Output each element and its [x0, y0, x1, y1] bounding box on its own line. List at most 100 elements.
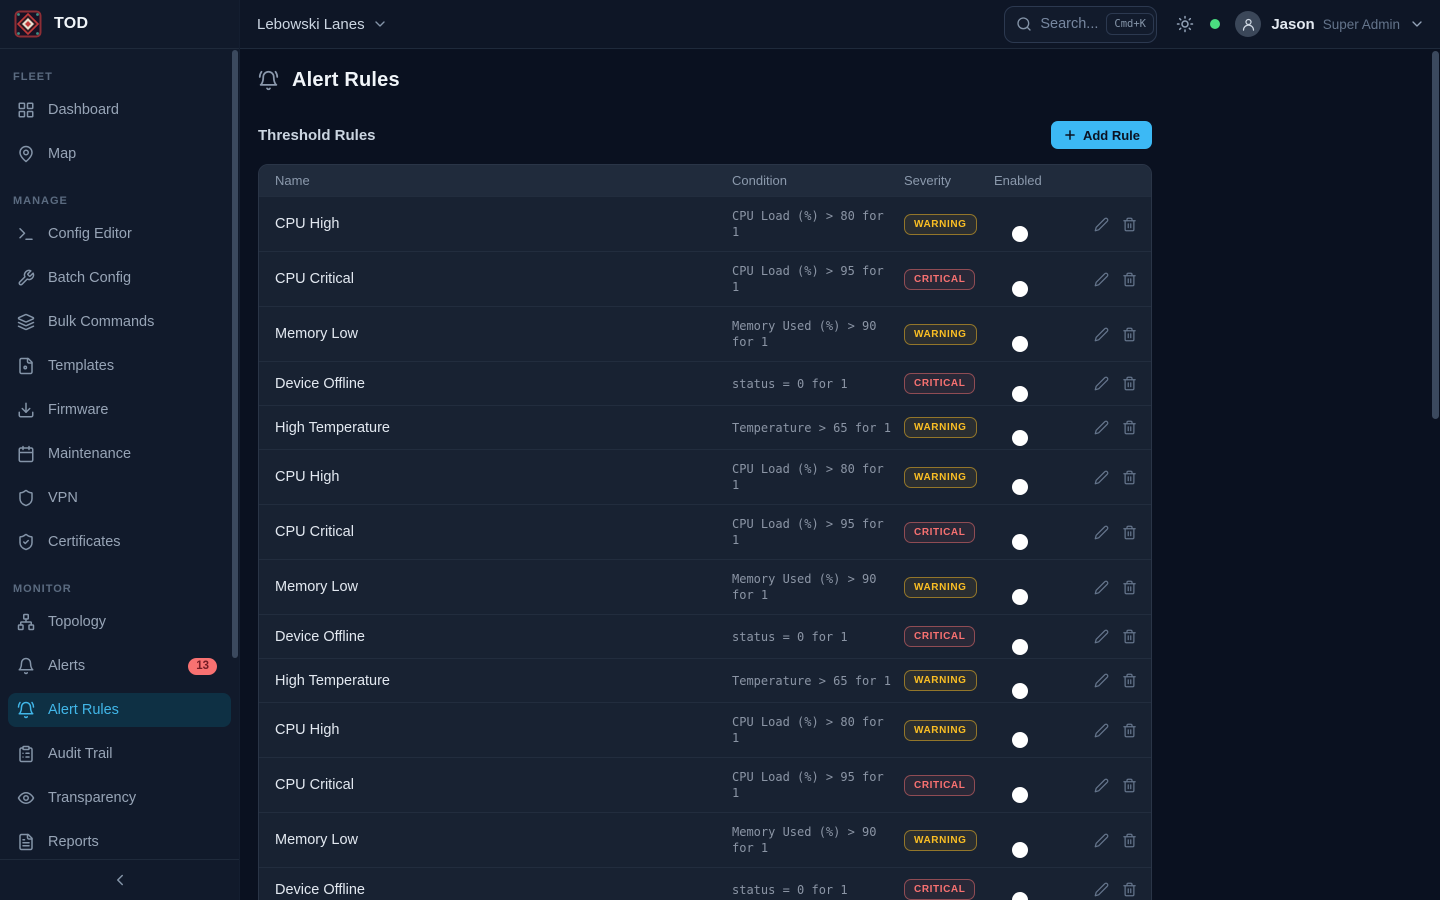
- rule-name: CPU Critical: [275, 777, 732, 793]
- delete-rule-button[interactable]: [1122, 525, 1137, 540]
- sidebar-item-transparency[interactable]: Transparency: [8, 781, 231, 815]
- sidebar-item-bulk-commands[interactable]: Bulk Commands: [8, 305, 231, 339]
- user-name: Jason: [1271, 16, 1314, 33]
- sidebar-item-label: Topology: [48, 614, 106, 630]
- sidebar-item-topology[interactable]: Topology: [8, 605, 231, 639]
- sidebar-item-label: Firmware: [48, 402, 108, 418]
- trash-icon: [1122, 833, 1137, 848]
- sidebar-item-certificates[interactable]: Certificates: [8, 525, 231, 559]
- sidebar-item-dashboard[interactable]: Dashboard: [8, 93, 231, 127]
- search-input[interactable]: Search... Cmd+K: [1004, 6, 1157, 43]
- rule-name: CPU High: [275, 216, 732, 232]
- rule-condition: Memory Used (%) > 90 for 1: [732, 824, 904, 856]
- sidebar-item-reports[interactable]: Reports: [8, 825, 231, 859]
- sidebar-scrollbar[interactable]: [232, 50, 238, 658]
- edit-rule-button[interactable]: [1094, 420, 1109, 435]
- edit-rule-button[interactable]: [1094, 833, 1109, 848]
- delete-rule-button[interactable]: [1122, 327, 1137, 342]
- trash-icon: [1122, 420, 1137, 435]
- content: Alert Rules Threshold Rules Add Rule Nam…: [240, 49, 1152, 900]
- table-row: Device Offlinestatus = 0 for 1CRITICAL: [259, 867, 1151, 900]
- edit-rule-button[interactable]: [1094, 470, 1109, 485]
- trash-icon: [1122, 470, 1137, 485]
- edit-rule-button[interactable]: [1094, 217, 1109, 232]
- edit-rule-button[interactable]: [1094, 580, 1109, 595]
- org-name: Lebowski Lanes: [257, 16, 365, 33]
- shield-check-icon: [17, 533, 35, 551]
- edit-rule-button[interactable]: [1094, 376, 1109, 391]
- user-menu-chevron-icon[interactable]: [1409, 16, 1425, 32]
- delete-rule-button[interactable]: [1122, 673, 1137, 688]
- row-actions: [1092, 833, 1151, 848]
- table-row: CPU CriticalCPU Load (%) > 95 for 1CRITI…: [259, 251, 1151, 306]
- sidebar-item-batch-config[interactable]: Batch Config: [8, 261, 231, 295]
- sidebar-item-maintenance[interactable]: Maintenance: [8, 437, 231, 471]
- rule-name: Memory Low: [275, 326, 732, 342]
- pencil-icon: [1094, 882, 1109, 897]
- edit-rule-button[interactable]: [1094, 629, 1109, 644]
- main-scrollbar[interactable]: [1432, 51, 1439, 419]
- table-row: CPU CriticalCPU Load (%) > 95 for 1CRITI…: [259, 504, 1151, 559]
- alerts-count-badge: 13: [188, 658, 217, 675]
- delete-rule-button[interactable]: [1122, 833, 1137, 848]
- sidebar-collapse-button[interactable]: [0, 859, 239, 900]
- sidebar-item-map[interactable]: Map: [8, 137, 231, 171]
- row-actions: [1092, 272, 1151, 287]
- delete-rule-button[interactable]: [1122, 629, 1137, 644]
- rule-condition: CPU Load (%) > 95 for 1: [732, 516, 904, 548]
- delete-rule-button[interactable]: [1122, 580, 1137, 595]
- sidebar-item-label: Certificates: [48, 534, 121, 550]
- rule-condition: CPU Load (%) > 80 for 1: [732, 208, 904, 240]
- edit-rule-button[interactable]: [1094, 327, 1109, 342]
- delete-rule-button[interactable]: [1122, 470, 1137, 485]
- edit-rule-button[interactable]: [1094, 272, 1109, 287]
- delete-rule-button[interactable]: [1122, 217, 1137, 232]
- sidebar-item-vpn[interactable]: VPN: [8, 481, 231, 515]
- row-actions: [1092, 673, 1151, 688]
- sidebar-item-label: Bulk Commands: [48, 314, 154, 330]
- pencil-icon: [1094, 217, 1109, 232]
- sidebar-item-label: Map: [48, 146, 76, 162]
- column-header-enabled: Enabled: [994, 173, 1092, 188]
- sidebar-item-label: Batch Config: [48, 270, 131, 286]
- sidebar-item-alerts[interactable]: Alerts13: [8, 649, 231, 683]
- sidebar-item-audit-trail[interactable]: Audit Trail: [8, 737, 231, 771]
- rule-condition: status = 0 for 1: [732, 376, 904, 392]
- sidebar-item-config-editor[interactable]: Config Editor: [8, 217, 231, 251]
- edit-rule-button[interactable]: [1094, 525, 1109, 540]
- edit-rule-button[interactable]: [1094, 723, 1109, 738]
- severity-badge: CRITICAL: [904, 522, 975, 543]
- section-header: Threshold Rules Add Rule: [258, 121, 1152, 149]
- page-title: Alert Rules: [292, 69, 400, 92]
- toggle-knob: [1012, 732, 1028, 748]
- severity-badge: CRITICAL: [904, 626, 975, 647]
- pencil-icon: [1094, 420, 1109, 435]
- severity-badge: WARNING: [904, 830, 977, 851]
- nav-section-label: MONITOR: [13, 583, 239, 595]
- delete-rule-button[interactable]: [1122, 376, 1137, 391]
- delete-rule-button[interactable]: [1122, 778, 1137, 793]
- sidebar-item-alert-rules[interactable]: Alert Rules: [8, 693, 231, 727]
- org-switcher[interactable]: Lebowski Lanes: [257, 16, 388, 33]
- delete-rule-button[interactable]: [1122, 723, 1137, 738]
- column-header-severity: Severity: [904, 173, 994, 188]
- rule-name: Memory Low: [275, 579, 732, 595]
- rule-condition: CPU Load (%) > 95 for 1: [732, 769, 904, 801]
- sidebar-item-firmware[interactable]: Firmware: [8, 393, 231, 427]
- avatar[interactable]: [1235, 11, 1261, 37]
- edit-rule-button[interactable]: [1094, 778, 1109, 793]
- delete-rule-button[interactable]: [1122, 272, 1137, 287]
- edit-rule-button[interactable]: [1094, 673, 1109, 688]
- delete-rule-button[interactable]: [1122, 882, 1137, 897]
- theme-toggle-button[interactable]: [1176, 15, 1194, 33]
- sidebar-item-label: Templates: [48, 358, 114, 374]
- pencil-icon: [1094, 629, 1109, 644]
- delete-rule-button[interactable]: [1122, 420, 1137, 435]
- add-rule-button[interactable]: Add Rule: [1051, 121, 1152, 149]
- sidebar-item-templates[interactable]: Templates: [8, 349, 231, 383]
- severity-badge: WARNING: [904, 417, 977, 438]
- table-row: CPU HighCPU Load (%) > 80 for 1WARNING: [259, 449, 1151, 504]
- row-actions: [1092, 470, 1151, 485]
- edit-rule-button[interactable]: [1094, 882, 1109, 897]
- section-title: Threshold Rules: [258, 127, 376, 144]
